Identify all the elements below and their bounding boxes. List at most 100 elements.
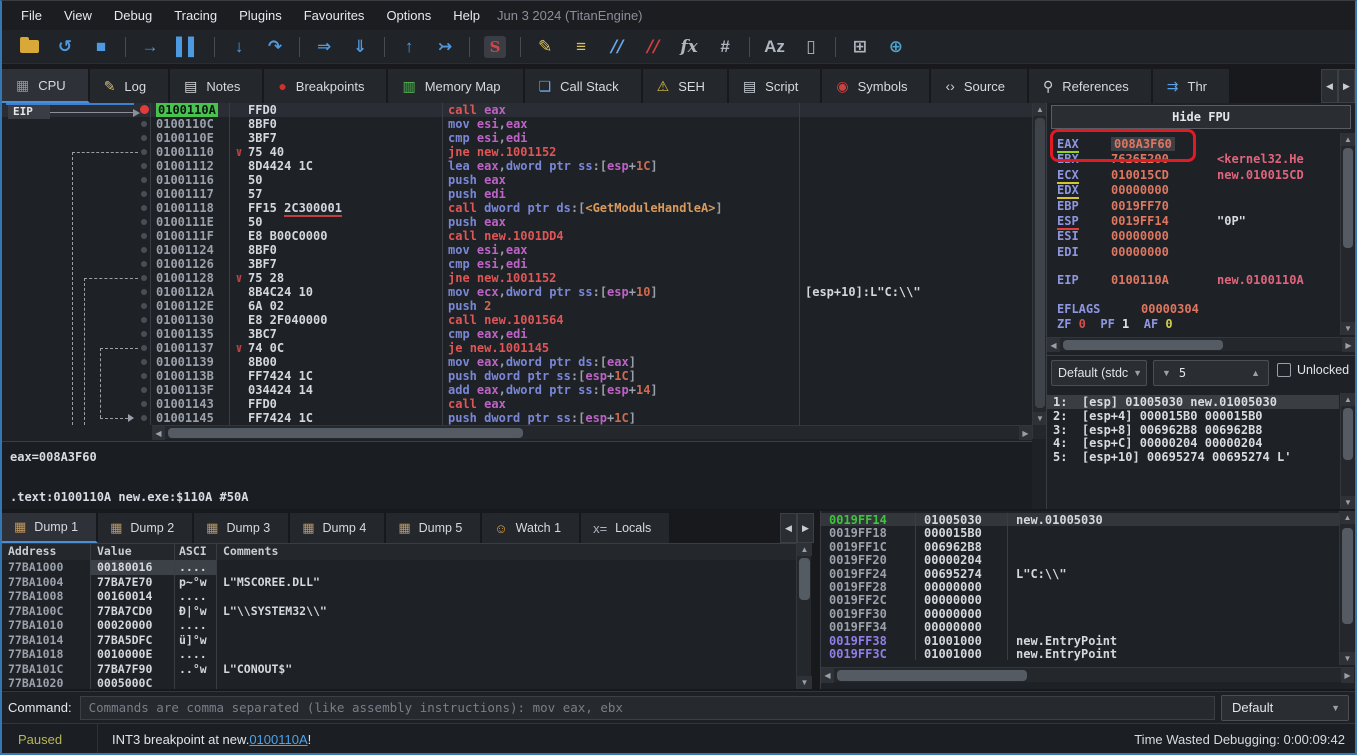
register-value[interactable]: 00000000 [1111, 245, 1169, 259]
dump-cell[interactable]: 00180016 [90, 560, 174, 575]
dump-cell[interactable]: 77BA7E70 [90, 575, 174, 590]
stack-row[interactable]: 0019FF3C01001000new.EntryPoint [821, 647, 1339, 660]
dump-cell[interactable]: L"CONOUT$" [216, 662, 796, 677]
disasm-row[interactable]: 0100113B FF7424 1Cpush dword ptr ss:[esp… [2, 369, 1032, 383]
stack-cell[interactable] [1007, 553, 1339, 566]
breakpoint-gutter[interactable] [2, 117, 150, 131]
dump-cell[interactable]: 77BA1010 [2, 618, 90, 633]
argument-count-stepper[interactable]: ▼ 5 ▲ [1153, 360, 1269, 386]
dump-cell[interactable]: Ð|°w [174, 604, 216, 619]
comment-cell[interactable] [799, 313, 1032, 327]
comment-cell[interactable]: [esp+10]:L"C:\\" [799, 285, 1032, 299]
instruction-cell[interactable]: push edi [442, 187, 799, 201]
register-row-edx[interactable]: EDX00000000 [1047, 183, 1339, 198]
comment-cell[interactable] [799, 243, 1032, 257]
register-value[interactable]: 0019FF14 [1111, 214, 1169, 228]
stack-cell[interactable]: 00000000 [915, 620, 1007, 633]
stack-cell[interactable] [1007, 540, 1339, 553]
dump-cell[interactable]: ü]°w [174, 633, 216, 648]
bytes-cell[interactable]: 50 [229, 173, 442, 187]
dump-cell[interactable]: .... [174, 618, 216, 633]
bytes-cell[interactable]: ∨75 28 [229, 271, 442, 285]
tab-dump-3[interactable]: ▦Dump 3 [194, 513, 290, 543]
disasm-row[interactable]: 01001137∨74 0Cje new.1001145 [2, 341, 1032, 355]
bytes-cell[interactable]: 8BF0 [229, 117, 442, 131]
instruction-cell[interactable]: push eax [442, 215, 799, 229]
scroll-thumb[interactable] [1343, 408, 1353, 460]
breakpoint-gutter[interactable] [2, 369, 150, 383]
bytes-cell[interactable]: FF15 2C300001 [229, 201, 442, 215]
unlocked-checkbox[interactable]: Unlocked [1277, 363, 1349, 377]
scroll-down-icon[interactable]: ▼ [1341, 322, 1355, 335]
instruction-cell[interactable]: jne new.1001152 [442, 145, 799, 159]
dump-cell[interactable]: 77BA1000 [2, 560, 90, 575]
stack-cell[interactable] [1007, 620, 1339, 633]
dump-tabs-scroll-left-icon[interactable]: ◀ [780, 513, 797, 543]
bullet-dot-icon[interactable] [141, 149, 147, 155]
stack-cell[interactable]: 0019FF20 [821, 553, 915, 566]
comment-cell[interactable] [799, 271, 1032, 285]
dump-cell[interactable] [174, 676, 216, 689]
tabs-scroll-right-icon[interactable]: ▶ [1338, 69, 1355, 103]
comment-cell[interactable] [799, 383, 1032, 397]
menu-plugins[interactable]: Plugins [228, 1, 293, 30]
stack-cell[interactable]: 00000000 [915, 607, 1007, 620]
bullet-dot-icon[interactable] [141, 219, 147, 225]
bullet-dot-icon[interactable] [141, 191, 147, 197]
execute-till-return-icon[interactable]: ⇒ [314, 36, 334, 58]
instruction-cell[interactable]: cmp esi,edi [442, 257, 799, 271]
scroll-down-icon[interactable]: ▼ [1033, 412, 1047, 425]
dump-cell[interactable]: 00020000 [90, 618, 174, 633]
comment-cell[interactable] [799, 341, 1032, 355]
tab-references[interactable]: ⚲References [1029, 69, 1153, 103]
dump-cell[interactable]: 77BA101C [2, 662, 90, 677]
tab-watch-1[interactable]: ☺Watch 1 [482, 513, 581, 543]
dump-cell[interactable] [216, 647, 796, 662]
tab-locals[interactable]: x=Locals [581, 513, 671, 543]
address-cell[interactable]: 01001110 [150, 145, 229, 159]
tab-script[interactable]: ▤Script [729, 69, 822, 103]
instruction-cell[interactable]: push eax [442, 173, 799, 187]
calculator-icon[interactable]: ⊞ [850, 36, 870, 58]
bullet-dot-icon[interactable] [141, 163, 147, 169]
instruction-cell[interactable]: add eax,dword ptr ss:[esp+14] [442, 383, 799, 397]
scroll-right-icon[interactable]: ▶ [1019, 426, 1032, 440]
bullet-dot-icon[interactable] [141, 373, 147, 379]
menu-file[interactable]: File [10, 1, 53, 30]
dump-row[interactable]: 77BA101477BA5DFCü]°w [2, 633, 796, 648]
bytes-cell[interactable]: 8BF0 [229, 243, 442, 257]
dump-cell[interactable]: 77BA1014 [2, 633, 90, 648]
bytes-cell[interactable]: E8 B00C0000 [229, 229, 442, 243]
instruction-cell[interactable]: call dword ptr ds:[<GetModuleHandleA>] [442, 201, 799, 215]
comment-icon[interactable]: ≡ [571, 36, 591, 58]
calling-convention-select[interactable]: Default (stdc ▼ [1051, 360, 1147, 386]
dump-cell[interactable]: .... [174, 589, 216, 604]
dump-cell[interactable]: 77BA100C [2, 604, 90, 619]
stack-cell[interactable]: 0019FF30 [821, 607, 915, 620]
bytes-cell[interactable]: 8D4424 1C [229, 159, 442, 173]
comment-cell[interactable] [799, 201, 1032, 215]
dump-vscrollbar[interactable]: ▲ ▼ [796, 543, 811, 689]
scroll-left-icon[interactable]: ◀ [152, 426, 165, 440]
arguments-vscrollbar[interactable]: ▲ ▼ [1340, 393, 1354, 509]
instruction-cell[interactable]: push dword ptr ss:[esp+1C] [442, 411, 799, 425]
register-row-esi[interactable]: ESI00000000 [1047, 229, 1339, 244]
register-value[interactable]: 0019FF70 [1111, 199, 1169, 213]
address-cell[interactable]: 01001135 [150, 327, 229, 341]
registers-vscrollbar[interactable]: ▲ ▼ [1340, 133, 1354, 335]
stack-cell[interactable]: 00000000 [915, 580, 1007, 593]
stop-icon[interactable]: ■ [91, 36, 111, 58]
menu-view[interactable]: View [53, 1, 103, 30]
step-over-icon[interactable]: ↷ [265, 36, 285, 58]
address-cell[interactable]: 0100110E [150, 131, 229, 145]
bullet-dot-icon[interactable] [141, 233, 147, 239]
instruction-cell[interactable]: mov ecx,dword ptr ss:[esp+10] [442, 285, 799, 299]
register-value[interactable]: 7626E200 [1111, 152, 1169, 166]
breakpoint-dot-icon[interactable] [140, 105, 149, 114]
menu-favourites[interactable]: Favourites [293, 1, 376, 30]
tab-memory-map[interactable]: ▥Memory Map [388, 69, 524, 103]
breakpoint-gutter[interactable] [2, 215, 150, 229]
bullet-dot-icon[interactable] [141, 331, 147, 337]
dump-cell[interactable]: 77BA1008 [2, 589, 90, 604]
dump-cell[interactable]: 77BA1020 [2, 676, 90, 689]
